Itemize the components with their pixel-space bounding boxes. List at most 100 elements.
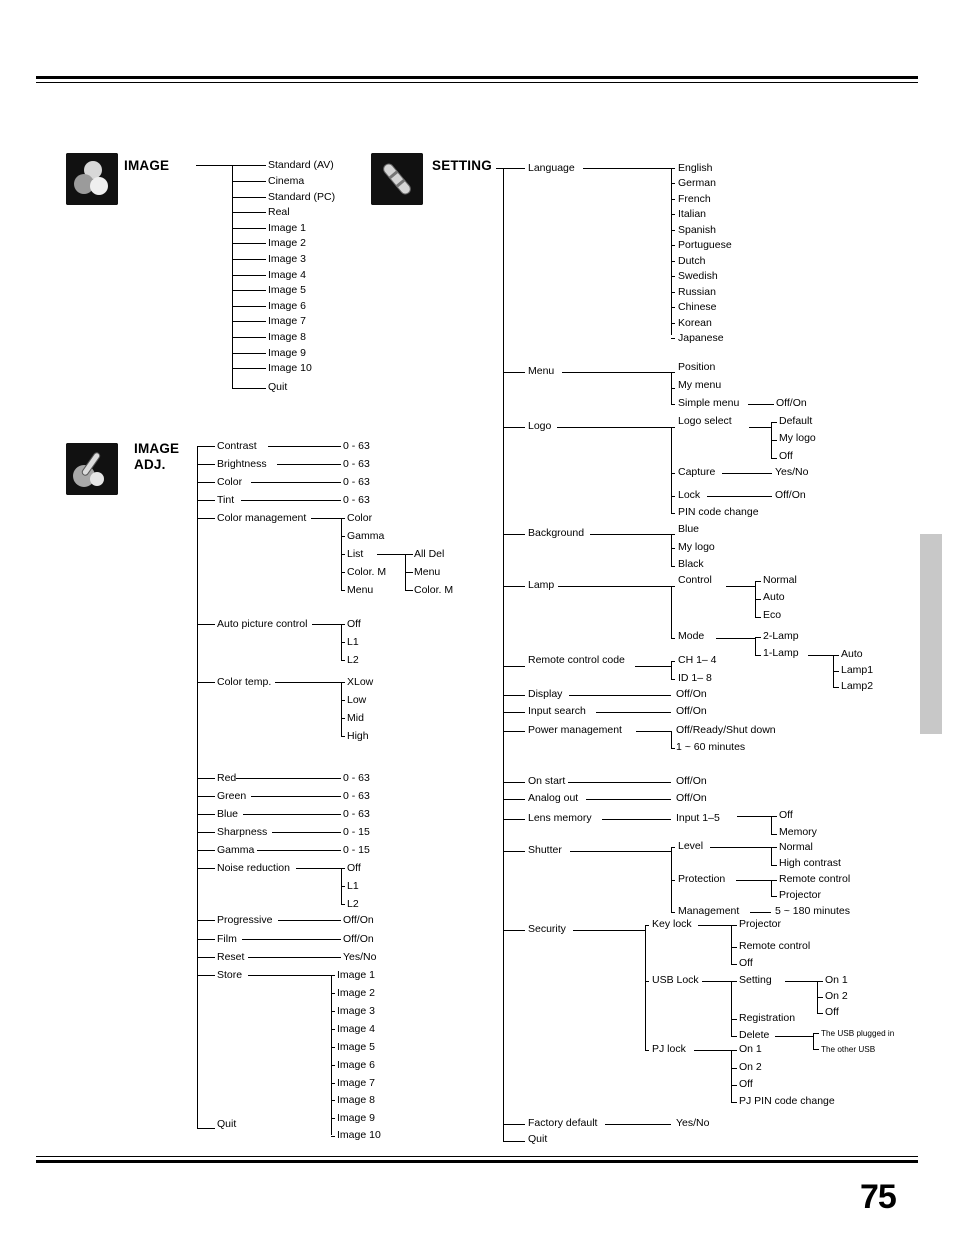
connector	[232, 259, 266, 260]
connector	[671, 230, 675, 231]
connector	[331, 1047, 335, 1048]
connector	[771, 865, 777, 866]
image-adj-item-12-label: Noise reduction	[217, 862, 290, 874]
image-adj-item-14-value: Off/On	[343, 933, 374, 945]
lamp-item-0: Control	[678, 574, 712, 586]
connector	[645, 925, 646, 1050]
store-6: Image 7	[337, 1077, 375, 1089]
security-item-2: PJ lock	[652, 1043, 686, 1055]
remote-item-0: CH 1– 4	[678, 654, 717, 666]
usb-setting-1: On 2	[825, 990, 848, 1002]
capture-value: Yes/No	[775, 466, 809, 478]
pj-lock-0: On 1	[739, 1043, 762, 1055]
language-8: Russian	[678, 286, 716, 298]
connector	[698, 925, 731, 926]
lens-memory-item-1: Memory	[779, 826, 817, 838]
connector	[503, 372, 525, 373]
lamp-control-2: Eco	[763, 609, 782, 621]
connector	[232, 212, 266, 213]
lens-memory-value: Input 1–5	[676, 812, 720, 824]
connector	[671, 496, 675, 497]
connector	[731, 1019, 737, 1020]
noise-reduction-1: L1	[347, 880, 359, 892]
connector	[341, 718, 345, 719]
color-temp-0: XLow	[347, 676, 374, 688]
image-adj-item-9-value: 0 - 63	[343, 808, 370, 820]
logo-item-3: PIN code change	[678, 506, 759, 518]
image-adj-item-15-value: Yes/No	[343, 951, 377, 963]
connector	[331, 975, 332, 1135]
connector	[197, 868, 215, 869]
connector	[257, 850, 341, 851]
power-mgmt-item-0: Off/Ready/Shut down	[676, 724, 776, 736]
key-lock-1: Remote control	[739, 940, 811, 952]
connector	[731, 981, 732, 1036]
connector	[671, 586, 675, 587]
store-7: Image 8	[337, 1094, 375, 1106]
usb-lock-2: Delete	[739, 1029, 770, 1041]
shutter-level-1: High contrast	[779, 857, 841, 869]
connector	[341, 868, 345, 869]
connector	[296, 868, 341, 869]
connector	[785, 981, 817, 982]
image-item-4: Image 1	[268, 222, 306, 234]
language-4: Spanish	[678, 224, 716, 236]
connector	[341, 536, 345, 537]
image-item-12: Image 9	[268, 347, 306, 359]
connector	[331, 1011, 335, 1012]
image-item-9: Image 6	[268, 300, 306, 312]
connector	[590, 534, 671, 535]
connector	[197, 975, 215, 976]
connector	[671, 183, 675, 184]
connector	[731, 925, 732, 964]
image-adj-item-11-value: 0 - 15	[343, 844, 370, 856]
color-management-sub-1: Menu	[414, 566, 441, 578]
lamp-mode-1: 1-Lamp	[763, 647, 799, 659]
connector	[331, 1136, 335, 1137]
connector	[771, 440, 777, 441]
connector	[503, 782, 525, 783]
lock-value: Off/On	[775, 489, 806, 501]
store-2: Image 3	[337, 1005, 375, 1017]
header-rule-thin	[36, 82, 918, 83]
connector	[771, 880, 777, 881]
connector	[771, 458, 777, 459]
connector	[755, 655, 761, 656]
color-management-3: Color. M	[347, 566, 387, 578]
connector	[748, 404, 774, 405]
pj-lock-2: Off	[739, 1078, 753, 1090]
section-title-setting: SETTING	[432, 158, 492, 173]
color-management-sub-0: All Del	[414, 548, 445, 560]
connector	[671, 513, 675, 514]
factory-default-value: Yes/No	[676, 1117, 710, 1129]
connector	[341, 518, 345, 519]
logo-select-0: Default	[779, 415, 813, 427]
setting-security-label: Security	[528, 923, 566, 935]
color-temp-2: Mid	[347, 712, 364, 724]
connector	[197, 464, 215, 465]
menu-item-0: Position	[678, 361, 716, 373]
connector	[503, 1141, 525, 1142]
usb-lock-0: Setting	[739, 974, 772, 986]
setting-menu-label: Menu	[528, 365, 555, 377]
setting-on-start-label: On start	[528, 775, 566, 787]
setting-shutter-label: Shutter	[528, 844, 562, 856]
usb-setting-2: Off	[825, 1006, 839, 1018]
lamp-item-1: Mode	[678, 630, 705, 642]
connector	[573, 930, 645, 931]
image-item-10: Image 7	[268, 315, 306, 327]
usb-setting-0: On 1	[825, 974, 848, 986]
connector	[671, 661, 672, 679]
connector	[671, 372, 675, 373]
language-7: Swedish	[678, 270, 718, 282]
connector	[236, 778, 341, 779]
connector	[232, 306, 266, 307]
connector	[771, 847, 777, 848]
connector	[737, 816, 771, 817]
pj-lock-1: On 2	[739, 1061, 762, 1073]
connector	[731, 981, 737, 982]
connector	[702, 981, 731, 982]
setting-lens-memory-label: Lens memory	[528, 812, 592, 824]
connector	[833, 655, 839, 656]
usb-delete-1: The other USB	[821, 1045, 876, 1054]
